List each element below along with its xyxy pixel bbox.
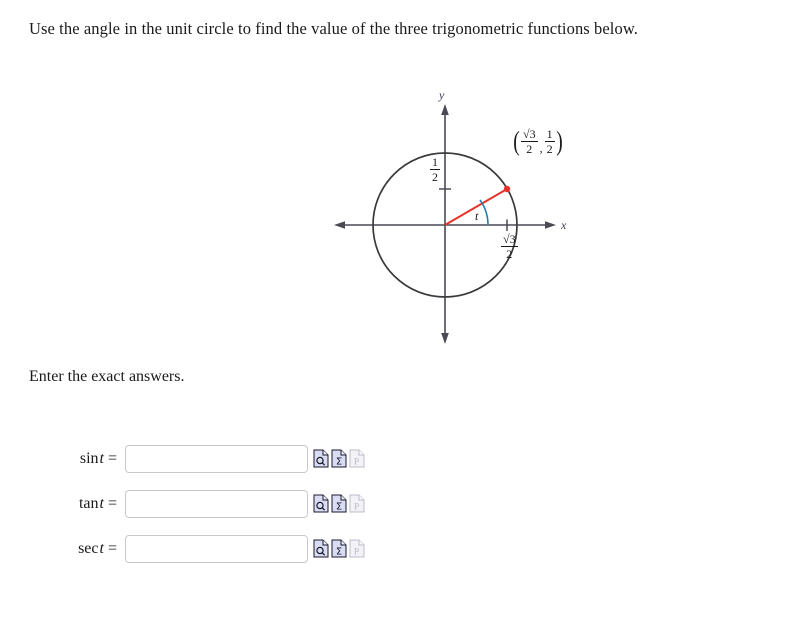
close-paren: ) (555, 126, 563, 157)
point-y-fraction: 1 2 (544, 127, 555, 156)
x-axis-arrow-left (334, 221, 345, 229)
x-tick-label: √3 2 (501, 233, 518, 260)
svg-text:P: P (354, 458, 359, 468)
preview-icon[interactable] (313, 449, 329, 468)
answer-row-tan: tant = Σ P (0, 481, 420, 526)
icon-group-sec: Σ P (308, 539, 365, 558)
answer-input-tan[interactable] (125, 489, 308, 518)
math-editor-icon[interactable]: Σ (331, 449, 347, 468)
print-icon: P (349, 494, 365, 513)
print-icon: P (349, 539, 365, 558)
icon-group-tan: Σ P (308, 494, 365, 513)
preview-icon[interactable] (313, 539, 329, 558)
svg-text:P: P (354, 503, 359, 513)
svg-text:Σ: Σ (336, 502, 342, 513)
equals-tan: = (107, 494, 117, 512)
function-name-tan: tan (78, 494, 99, 512)
preview-icon[interactable] (313, 494, 329, 513)
terminal-point-dot (503, 185, 511, 193)
y-tick-denominator: 2 (432, 170, 438, 184)
print-icon: P (349, 449, 365, 468)
point-x-numerator: √3 (521, 127, 538, 142)
answer-input-sin[interactable] (125, 444, 308, 473)
svg-text:P: P (354, 548, 359, 558)
point-y-denominator: 2 (546, 142, 553, 156)
equals-sec: = (107, 539, 117, 557)
function-name-sec: sec (78, 539, 99, 557)
unit-circle-figure: y x t 1 2 √3 2 ( √3 2 , 1 2 ) (320, 86, 600, 356)
angle-label: t (475, 209, 479, 223)
y-tick-numerator: 1 (430, 155, 440, 170)
svg-text:Σ: Σ (336, 457, 342, 468)
x-tick-denominator: 2 (506, 247, 513, 261)
x-tick-numerator: √3 (501, 232, 518, 247)
point-x-fraction: √3 2 (521, 128, 538, 155)
function-name-sin: sin (79, 449, 99, 467)
y-tick-label: 1 2 (430, 156, 440, 183)
x-axis-arrow-right (545, 221, 556, 229)
coordinate-point-label: ( √3 2 , 1 2 ) (512, 128, 564, 155)
page-title: Use the angle in the unit circle to find… (29, 19, 639, 38)
answer-rows: sint = Σ P tant = Σ P sect = Σ P (0, 436, 420, 571)
math-editor-icon[interactable]: Σ (331, 494, 347, 513)
point-y-numerator: 1 (544, 127, 555, 142)
y-axis-arrow-up (441, 104, 449, 115)
answer-label-sec: sect = (0, 540, 125, 558)
open-paren: ( (513, 126, 520, 157)
math-editor-icon[interactable]: Σ (331, 539, 347, 558)
answer-input-sec[interactable] (125, 534, 308, 563)
svg-text:Σ: Σ (336, 547, 342, 558)
answer-row-sec: sect = Σ P (0, 526, 420, 571)
instruction-text: Enter the exact answers. (29, 368, 185, 385)
answer-label-sin: sint = (0, 450, 125, 468)
y-axis-label: y (438, 88, 445, 102)
y-axis-arrow-down (441, 333, 449, 344)
answer-row-sin: sint = Σ P (0, 436, 420, 481)
icon-group-sin: Σ P (308, 449, 365, 468)
x-axis-label: x (560, 218, 567, 232)
equals-sin: = (107, 449, 117, 467)
answer-label-tan: tant = (0, 495, 125, 513)
coordinate-comma: , (539, 141, 543, 155)
point-x-denominator: 2 (526, 142, 533, 156)
